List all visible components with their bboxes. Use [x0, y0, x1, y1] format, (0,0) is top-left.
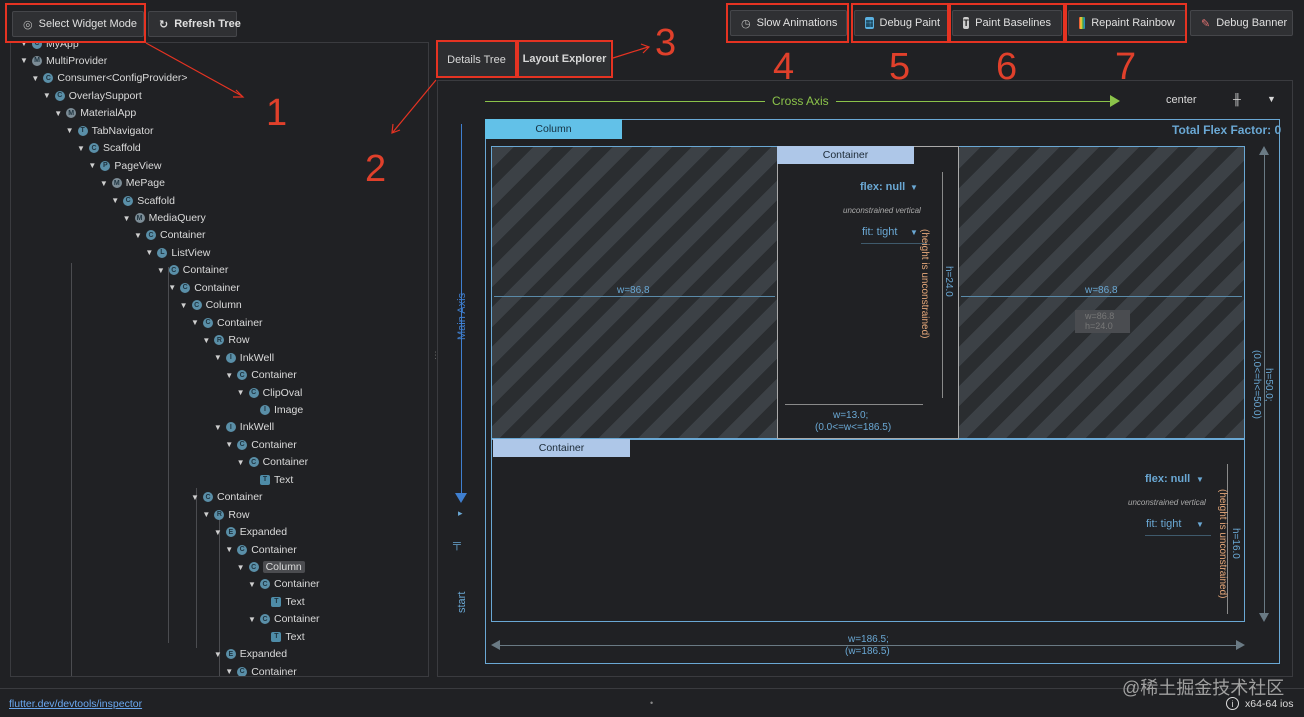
- info-icon[interactable]: i: [1226, 697, 1239, 710]
- devtools-inspector-link[interactable]: flutter.dev/devtools/inspector: [9, 698, 142, 710]
- callout-number-7: 7: [1115, 46, 1137, 88]
- status-bar: flutter.dev/devtools/inspector • @稀土掘金技术…: [0, 678, 1304, 717]
- callout-number-2: 2: [365, 148, 387, 190]
- platform-label: x64-64 ios: [1245, 698, 1294, 710]
- callout-number-1: 1: [266, 92, 288, 134]
- callout-number-5: 5: [889, 46, 911, 88]
- status-dot: •: [650, 698, 654, 708]
- callout-arrows: [145, 42, 651, 134]
- callout-arrow-2: [392, 79, 437, 133]
- callout-number-3: 3: [655, 22, 677, 64]
- callout-number-6: 6: [996, 46, 1018, 88]
- callout-arrow-1: [145, 42, 243, 97]
- callout-number-4: 4: [773, 46, 795, 88]
- watermark: @稀土掘金技术社区: [1122, 678, 1285, 698]
